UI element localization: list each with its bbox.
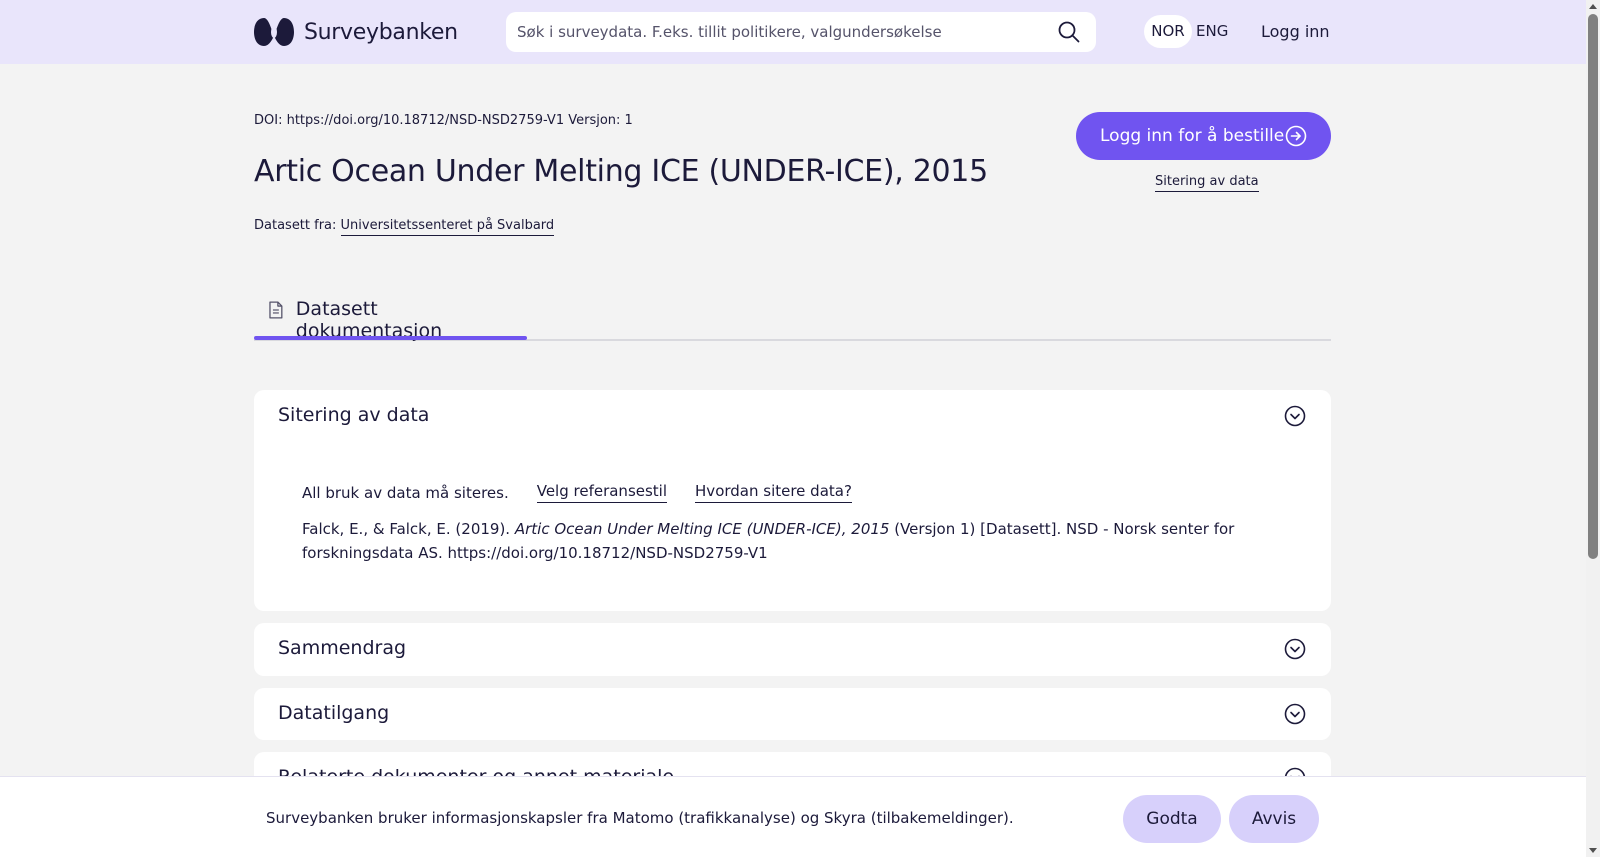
- chevron-down-circle-icon[interactable]: [1284, 703, 1306, 725]
- accordion-citation: Sitering av data All bruk av data må sit…: [254, 390, 1331, 611]
- chevron-down-circle-icon[interactable]: [1284, 638, 1306, 660]
- page-title: Artic Ocean Under Melting ICE (UNDER-ICE…: [254, 154, 988, 189]
- dataset-source-label: Datasett fra:: [254, 218, 337, 233]
- home-logo-link[interactable]: Surveybanken: [254, 18, 458, 46]
- citation-text: Falck, E., & Falck, E. (2019). Artic Oce…: [302, 517, 1282, 565]
- cookie-banner-text: Surveybanken bruker informasjonskapsler …: [266, 809, 1014, 827]
- citation-authors: Falck, E., & Falck, E. (2019).: [302, 520, 511, 538]
- scroll-down-arrow-icon[interactable]: [1589, 848, 1597, 853]
- chevron-down-circle-icon[interactable]: [1284, 405, 1306, 427]
- reject-cookies-button[interactable]: Avvis: [1229, 795, 1319, 843]
- page-scrollbar[interactable]: [1586, 0, 1600, 857]
- accordion-title: Datatilgang: [278, 702, 390, 724]
- search-bar: [506, 12, 1096, 52]
- logo-text: Surveybanken: [304, 19, 458, 45]
- accept-cookies-button[interactable]: Godta: [1123, 795, 1221, 843]
- surveybanken-logo-icon: [254, 18, 294, 46]
- citation-options-row: All bruk av data må siteres. Velg refera…: [302, 482, 852, 503]
- language-nor-button[interactable]: NOR: [1144, 15, 1192, 48]
- top-navigation-bar: Surveybanken NOR ENG Logg inn: [0, 0, 1586, 64]
- accordion-title: Sitering av data: [278, 404, 430, 426]
- arrow-right-circle-icon: [1285, 125, 1307, 147]
- login-to-order-button[interactable]: Logg inn for å bestille: [1076, 112, 1331, 160]
- accordion-citation-header[interactable]: Sitering av data: [254, 390, 1331, 442]
- accordion-summary[interactable]: Sammendrag: [254, 623, 1331, 676]
- cookie-banner: Surveybanken bruker informasjonskapsler …: [0, 776, 1586, 857]
- tab-dataset-documentation[interactable]: Datasett dokumentasjon: [254, 293, 527, 342]
- dataset-source: Datasett fra: Universitetssenteret på Sv…: [254, 218, 555, 236]
- accordion-data-access-header[interactable]: Datatilgang: [254, 688, 1331, 740]
- search-input[interactable]: [517, 23, 1037, 41]
- login-link[interactable]: Logg inn: [1261, 15, 1330, 48]
- accordion-summary-header[interactable]: Sammendrag: [254, 623, 1331, 675]
- choose-reference-style-link[interactable]: Velg referansestil: [536, 482, 668, 503]
- how-to-cite-link[interactable]: Hvordan sitere data?: [695, 482, 852, 503]
- document-icon: [269, 301, 283, 319]
- accordion-title: Sammendrag: [278, 637, 407, 659]
- language-eng-button[interactable]: ENG: [1196, 15, 1228, 48]
- scroll-up-arrow-icon[interactable]: [1589, 4, 1597, 9]
- active-tab-indicator: [254, 336, 527, 340]
- search-icon[interactable]: [1058, 21, 1080, 43]
- accordion-data-access[interactable]: Datatilgang: [254, 688, 1331, 740]
- login-to-order-label: Logg inn for å bestille: [1100, 126, 1285, 146]
- scrollbar-thumb[interactable]: [1588, 14, 1598, 559]
- citation-work-title: Artic Ocean Under Melting ICE (UNDER-ICE…: [514, 520, 890, 538]
- doi-version-line: DOI: https://doi.org/10.18712/NSD-NSD275…: [254, 113, 633, 128]
- citation-link[interactable]: Sitering av data: [1155, 174, 1259, 192]
- citation-intro-text: All bruk av data må siteres.: [302, 483, 509, 502]
- dataset-source-org-link[interactable]: Universitetssenteret på Svalbard: [340, 218, 555, 236]
